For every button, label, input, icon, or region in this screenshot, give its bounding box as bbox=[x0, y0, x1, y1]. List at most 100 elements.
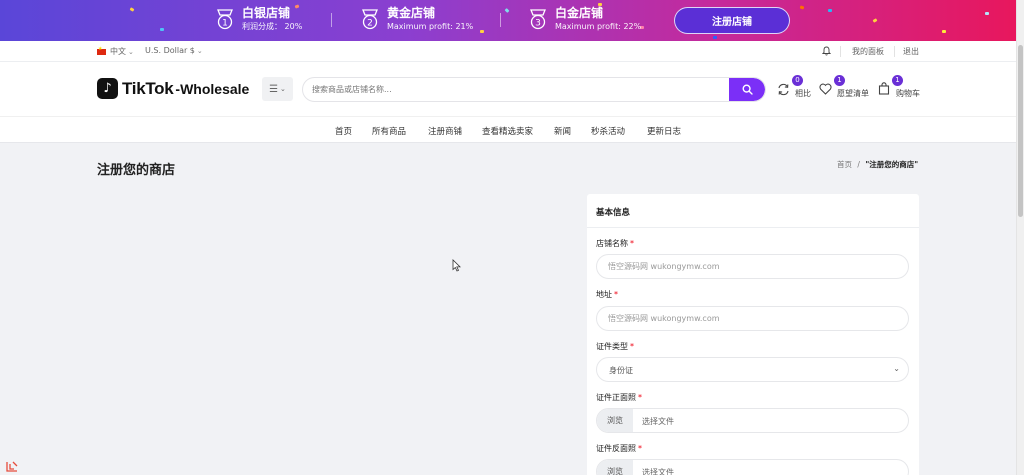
logo-subtitle: -Wholesale bbox=[175, 80, 250, 97]
tier-title: 白金店铺 bbox=[555, 6, 604, 20]
id-back-file-input[interactable]: 浏览 选择文件 bbox=[596, 459, 909, 475]
section-title: 基本信息 bbox=[587, 194, 919, 228]
currency-selector[interactable]: U.S. Dollar $ ⌄ bbox=[145, 46, 203, 55]
cart-count-badge: 1 bbox=[892, 75, 903, 86]
logout-link[interactable]: 退出 bbox=[903, 46, 919, 57]
main-nav: 首页 所有商品 注册商铺 查看精选卖家 新闻 秒杀活动 更新日志 bbox=[0, 116, 1016, 143]
notification-bell-icon[interactable] bbox=[822, 46, 831, 56]
confetti bbox=[713, 36, 717, 39]
search-button[interactable] bbox=[729, 78, 765, 101]
address-field bbox=[596, 306, 909, 331]
chevron-down-icon: ⌄ bbox=[128, 47, 134, 56]
compare-button[interactable]: 0 相比 bbox=[777, 75, 811, 99]
page-title: 注册您的商店 bbox=[97, 163, 176, 178]
wishlist-count-badge: 1 bbox=[834, 75, 845, 86]
shop-name-input[interactable] bbox=[597, 255, 908, 278]
required-mark: * bbox=[638, 444, 642, 453]
confetti bbox=[480, 30, 484, 33]
id-type-value: 身份证 bbox=[609, 366, 633, 375]
choose-file-text: 选择文件 bbox=[642, 417, 674, 426]
nav-item-flash-sale[interactable]: 秒杀活动 bbox=[591, 125, 625, 137]
cart-label: 购物车 bbox=[896, 89, 920, 98]
nav-item-register-shop[interactable]: 注册商铺 bbox=[428, 125, 462, 137]
nav-item-home[interactable]: 首页 bbox=[335, 125, 352, 137]
id-type-label: 证件类型 * bbox=[596, 341, 634, 352]
shop-registration-form: 基本信息 店铺名称* 地址* 证件类型* 身份证 ⌄ 证件正面照* 浏览 选择文… bbox=[587, 194, 919, 475]
divider bbox=[840, 46, 841, 57]
top-bar: 中文 ⌄ U.S. Dollar $ ⌄ 我的面板 退出 bbox=[0, 41, 1016, 62]
required-mark: * bbox=[614, 290, 618, 299]
breadcrumb-home[interactable]: 首页 bbox=[837, 160, 852, 169]
logo-text: TikTok bbox=[122, 78, 174, 98]
page-scrollbar[interactable] bbox=[1016, 0, 1024, 475]
wishlist-button[interactable]: 1 愿望清单 bbox=[819, 75, 869, 99]
confetti bbox=[504, 8, 510, 13]
shop-name-label: 店铺名称 * bbox=[596, 238, 634, 249]
address-label-text: 地址 bbox=[596, 290, 612, 299]
site-header: ♪ TikTok -Wholesale ☰ ⌄ 0 相比 1 愿望清单 1 购物… bbox=[0, 62, 1016, 116]
currency-label: U.S. Dollar $ bbox=[145, 46, 195, 55]
medal-icon: 3 bbox=[528, 8, 548, 30]
tier-title: 白银店铺 bbox=[242, 6, 291, 20]
category-menu-button[interactable]: ☰ ⌄ bbox=[262, 77, 293, 101]
required-mark: * bbox=[630, 239, 634, 248]
divider bbox=[500, 13, 501, 27]
tier-silver: 1 白银店铺 利润分成： 20% bbox=[215, 6, 302, 32]
confetti bbox=[160, 28, 164, 31]
address-label: 地址 * bbox=[596, 289, 618, 300]
shopping-bag-icon: 1 bbox=[878, 75, 903, 95]
nav-item-featured-sellers[interactable]: 查看精选卖家 bbox=[482, 125, 533, 137]
id-back-label: 证件反面照 * bbox=[596, 443, 642, 454]
chevron-down-icon: ⌄ bbox=[196, 46, 203, 55]
china-flag-icon bbox=[97, 46, 106, 55]
site-logo[interactable]: ♪ TikTok -Wholesale bbox=[97, 78, 249, 99]
choose-file-text: 选择文件 bbox=[642, 468, 674, 475]
browse-button[interactable]: 浏览 bbox=[597, 460, 633, 475]
address-input[interactable] bbox=[597, 307, 908, 330]
language-selector[interactable]: 中文 ⌄ bbox=[97, 46, 134, 57]
language-label: 中文 bbox=[110, 47, 126, 56]
mouse-cursor-icon bbox=[452, 259, 461, 272]
medal-icon: 2 bbox=[360, 8, 380, 30]
confetti bbox=[828, 9, 832, 12]
id-front-label: 证件正面照 * bbox=[596, 392, 642, 403]
tier-title: 黄金店铺 bbox=[387, 6, 436, 20]
confetti bbox=[942, 30, 946, 33]
nav-item-changelog[interactable]: 更新日志 bbox=[647, 125, 681, 137]
nav-item-all-products[interactable]: 所有商品 bbox=[372, 125, 406, 137]
register-shop-button[interactable]: 注册店铺 bbox=[674, 7, 790, 34]
debugbar-logo-icon[interactable] bbox=[5, 460, 19, 473]
tiktok-note-icon: ♪ bbox=[97, 78, 118, 99]
compare-count-badge: 0 bbox=[792, 75, 803, 86]
nav-item-news[interactable]: 新闻 bbox=[554, 125, 571, 137]
search-icon bbox=[741, 84, 753, 95]
breadcrumb-separator: / bbox=[857, 160, 860, 169]
shop-name-label-text: 店铺名称 bbox=[596, 239, 628, 248]
confetti bbox=[129, 7, 135, 12]
dashboard-link[interactable]: 我的面板 bbox=[852, 46, 884, 57]
scrollbar-thumb[interactable] bbox=[1018, 45, 1023, 217]
breadcrumb-current: "注册您的商店" bbox=[865, 160, 919, 169]
id-front-file-input[interactable]: 浏览 选择文件 bbox=[596, 408, 909, 433]
required-mark: * bbox=[630, 342, 634, 351]
shop-name-field bbox=[596, 254, 909, 279]
hamburger-icon: ☰ bbox=[269, 83, 279, 95]
browse-button[interactable]: 浏览 bbox=[597, 409, 633, 432]
id-type-label-text: 证件类型 bbox=[596, 342, 628, 351]
breadcrumb: 首页 / "注册您的商店" bbox=[837, 159, 918, 170]
id-front-label-text: 证件正面照 bbox=[596, 393, 636, 402]
promo-banner: 1 白银店铺 利润分成： 20% 2 黄金店铺 Maximum profit: … bbox=[0, 0, 1016, 41]
tier-platinum: 3 白金店铺 Maximum profit: 22% bbox=[528, 6, 641, 32]
id-back-label-text: 证件反面照 bbox=[596, 444, 636, 453]
cart-button[interactable]: 1 购物车 bbox=[878, 75, 920, 99]
medal-icon: 1 bbox=[215, 8, 235, 30]
id-type-select[interactable]: 身份证 ⌄ bbox=[596, 357, 909, 382]
tier-profit: 利润分成： 20% bbox=[242, 22, 303, 31]
search-input[interactable] bbox=[312, 78, 722, 101]
tier-profit: Maximum profit: 22% bbox=[555, 22, 642, 31]
chevron-down-icon: ⌄ bbox=[893, 364, 900, 373]
compare-icon: 0 bbox=[777, 75, 803, 96]
compare-label: 相比 bbox=[795, 89, 811, 98]
svg-text:1: 1 bbox=[222, 19, 228, 29]
svg-text:3: 3 bbox=[535, 19, 541, 29]
